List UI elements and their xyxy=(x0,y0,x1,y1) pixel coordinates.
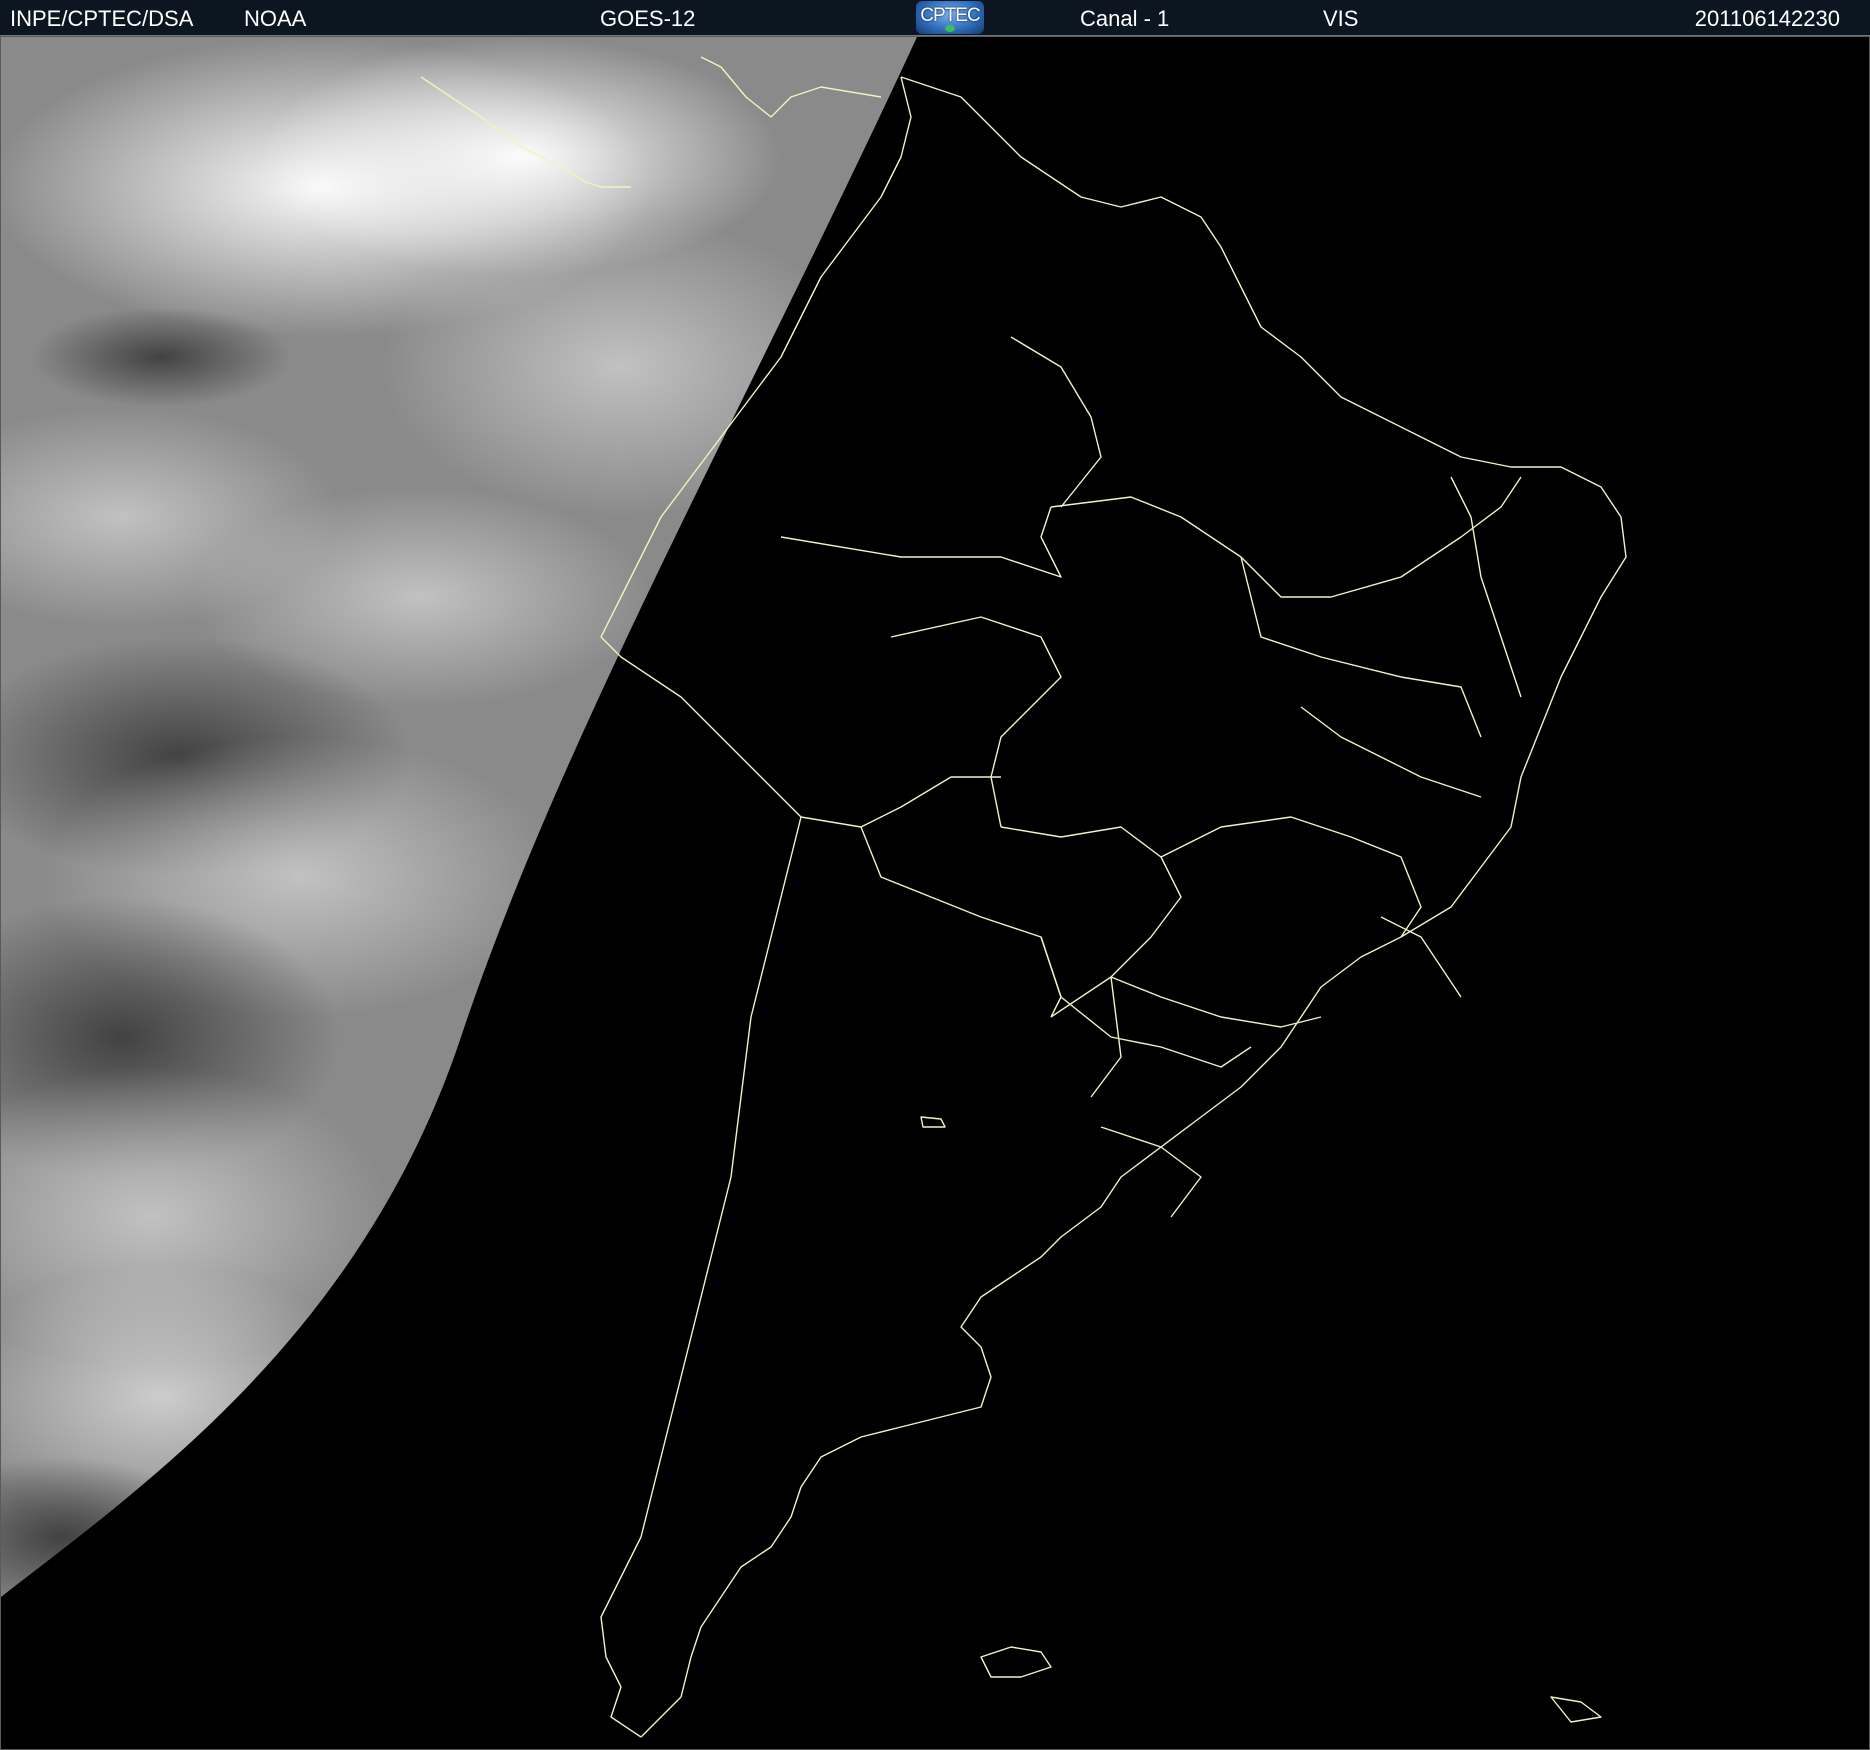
cptec-logo-text: CPTEC xyxy=(920,5,980,26)
day-side xyxy=(1,37,917,1597)
image-header-bar: INPE/CPTEC/DSA NOAA GOES-12 CPTEC Canal … xyxy=(0,0,1870,36)
cptec-logo: CPTEC xyxy=(916,1,984,34)
timestamp-label: 201106142230 xyxy=(1694,6,1840,31)
source-label: NOAA xyxy=(244,6,307,31)
satellite-image-svg xyxy=(1,37,1627,1738)
band-label: VIS xyxy=(1323,6,1359,31)
satellite-image xyxy=(0,36,1870,1750)
channel-label: Canal - 1 xyxy=(1080,6,1170,31)
agency-label: INPE/CPTEC/DSA xyxy=(10,6,194,31)
satellite-label: GOES-12 xyxy=(600,6,696,31)
logo-mark-icon xyxy=(945,25,955,32)
